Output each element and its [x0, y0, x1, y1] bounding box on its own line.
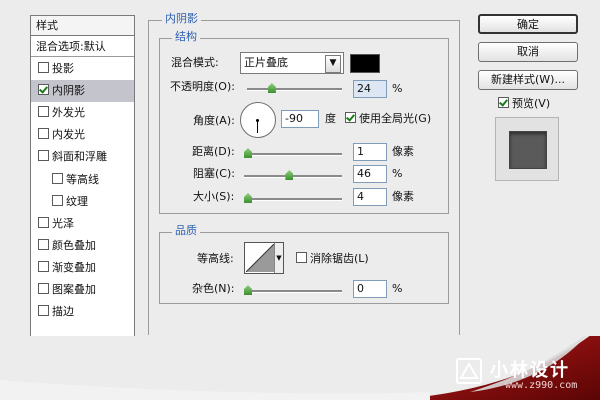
choke-unit: % — [392, 167, 403, 180]
style-item-label: 描边 — [52, 305, 74, 319]
style-item-checkbox[interactable] — [52, 194, 63, 206]
distance-label: 距离(D): — [192, 145, 235, 158]
styles-header: 样式 — [31, 16, 134, 36]
style-item-label: 等高线 — [66, 172, 99, 186]
choke-label: 阻塞(C): — [193, 167, 235, 180]
shadow-color-swatch[interactable] — [350, 54, 380, 73]
choke-field[interactable]: 46 — [353, 165, 387, 183]
opacity-label: 不透明度(O): — [170, 80, 235, 93]
style-item-label: 光泽 — [52, 216, 74, 230]
quality-title: 品质 — [172, 224, 200, 238]
style-item[interactable]: 斜面和浮雕 — [31, 146, 134, 168]
style-item-label: 图案叠加 — [52, 283, 96, 296]
style-item[interactable]: 外发光 — [31, 102, 134, 124]
contour-preview-icon — [246, 244, 274, 272]
style-item[interactable]: 内阴影 — [31, 80, 134, 103]
ok-button[interactable]: 确定 — [478, 14, 578, 34]
new-style-button[interactable]: 新建样式(W)... — [478, 70, 578, 90]
style-item[interactable]: 等高线 — [31, 169, 134, 191]
size-field[interactable]: 4 — [353, 188, 387, 206]
style-item-label: 斜面和浮雕 — [52, 150, 107, 164]
noise-field[interactable]: 0 — [353, 280, 387, 298]
distance-unit: 像素 — [392, 145, 414, 158]
global-light-check[interactable] — [345, 112, 356, 123]
style-item-checkbox[interactable] — [38, 128, 49, 140]
style-item[interactable]: 图案叠加 — [31, 279, 134, 301]
style-item-label: 纹理 — [66, 194, 88, 208]
size-unit: 像素 — [392, 190, 414, 203]
style-item-label: 渐变叠加 — [52, 260, 96, 274]
angle-dial-center — [256, 119, 259, 122]
distance-slider-track[interactable] — [244, 153, 342, 156]
noise-unit: % — [392, 282, 403, 295]
style-item[interactable]: 纹理 — [31, 191, 134, 213]
preview-thumbnail — [495, 117, 559, 181]
blend-options-item[interactable]: 混合选项:默认 — [31, 37, 134, 57]
noise-label: 杂色(N): — [192, 282, 235, 295]
style-item-label: 内发光 — [52, 128, 85, 142]
style-item-checkbox[interactable] — [38, 106, 49, 118]
anti-alias-checkbox[interactable]: 消除锯齿(L) — [296, 250, 369, 268]
size-slider-track[interactable] — [244, 198, 342, 201]
anti-alias-label: 消除锯齿(L) — [310, 252, 369, 265]
style-item-checkbox[interactable] — [38, 260, 49, 272]
blend-mode-label: 混合模式: — [171, 56, 219, 69]
styles-list: 样式 混合选项:默认 投影内阴影外发光内发光斜面和浮雕等高线纹理光泽颜色叠加渐变… — [30, 15, 135, 339]
style-item[interactable]: 投影 — [31, 58, 134, 80]
angle-field[interactable]: -90 — [281, 110, 319, 128]
structure-title: 结构 — [172, 30, 200, 44]
style-item-checkbox[interactable] — [38, 238, 49, 250]
style-item-checkbox[interactable] — [52, 172, 63, 184]
opacity-unit: % — [392, 82, 403, 95]
opacity-field[interactable]: 24 — [353, 80, 387, 98]
global-light-label: 使用全局光(G) — [359, 112, 432, 125]
watermark-logo-icon — [456, 358, 482, 384]
angle-dial[interactable] — [240, 102, 276, 138]
style-item-checkbox[interactable] — [38, 305, 49, 317]
contour-dropdown-icon[interactable]: ▼ — [274, 243, 283, 273]
chevron-down-icon: ▼ — [325, 55, 341, 73]
style-item[interactable]: 渐变叠加 — [31, 257, 134, 279]
style-item-checkbox[interactable] — [38, 62, 49, 73]
global-light-checkbox[interactable]: 使用全局光(G) — [345, 110, 431, 128]
preview-swatch — [509, 131, 547, 169]
contour-picker[interactable]: ▼ — [244, 242, 284, 274]
style-item[interactable]: 光泽 — [31, 213, 134, 235]
style-item-label: 颜色叠加 — [52, 238, 96, 252]
angle-label: 角度(A): — [193, 114, 235, 127]
style-item[interactable]: 描边 — [31, 301, 134, 323]
blend-mode-select[interactable]: 正片叠底 ▼ — [240, 52, 344, 74]
distance-field[interactable]: 1 — [353, 143, 387, 161]
angle-unit: 度 — [325, 112, 336, 125]
style-item-label: 外发光 — [52, 106, 85, 120]
style-item-label: 内阴影 — [52, 84, 85, 98]
cancel-button[interactable]: 取消 — [478, 42, 578, 62]
preview-check[interactable] — [498, 97, 509, 108]
blend-mode-value: 正片叠底 — [244, 56, 288, 69]
style-item-checkbox[interactable] — [38, 283, 49, 294]
style-item-label: 投影 — [52, 62, 74, 75]
preview-checkbox[interactable]: 预览(V) — [498, 95, 550, 113]
preview-label: 预览(V) — [512, 97, 551, 110]
style-item[interactable]: 内发光 — [31, 124, 134, 146]
contour-label: 等高线: — [197, 252, 234, 265]
opacity-slider-track[interactable] — [247, 88, 342, 91]
style-item-checkbox[interactable] — [38, 150, 49, 162]
size-label: 大小(S): — [193, 190, 235, 203]
inner-shadow-title: 内阴影 — [162, 12, 201, 26]
style-item-checkbox[interactable] — [38, 216, 49, 228]
noise-slider-track[interactable] — [244, 290, 342, 293]
watermark-url: www.z990.com — [505, 380, 578, 391]
watermark-name: 小林设计 — [490, 360, 570, 381]
style-item-checkbox[interactable] — [38, 84, 49, 96]
anti-alias-check[interactable] — [296, 252, 307, 263]
style-item[interactable]: 颜色叠加 — [31, 235, 134, 257]
